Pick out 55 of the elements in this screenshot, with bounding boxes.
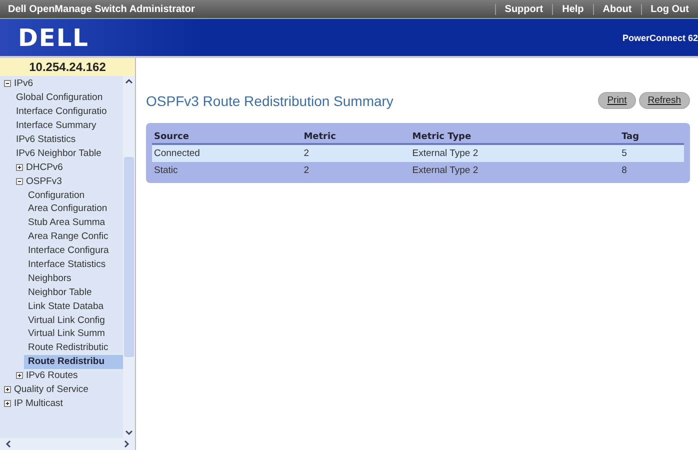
scroll-left-icon[interactable] (3, 439, 13, 449)
tree-item[interactable]: Interface Configura (24, 244, 123, 258)
tree-item[interactable]: Virtual Link Summ (24, 327, 123, 341)
expand-icon[interactable] (4, 400, 11, 407)
expand-icon[interactable] (16, 164, 23, 171)
table-cell: External Type 2 (410, 162, 620, 179)
device-address: 10.254.24.162 (0, 58, 135, 76)
tree-item[interactable]: Interface Summary (12, 118, 123, 133)
header-link[interactable]: About (592, 4, 641, 14)
tree-item[interactable]: Neighbors (24, 271, 123, 286)
tree-item[interactable]: IPv6 Neighbor Table (12, 146, 123, 160)
header-link[interactable]: Support (494, 4, 552, 14)
table-cell: 5 (620, 144, 684, 162)
scroll-up-icon[interactable] (124, 76, 134, 86)
tree-item[interactable]: Area Range Confic (24, 230, 123, 244)
expand-icon[interactable] (16, 372, 23, 380)
header-link[interactable]: Help (552, 4, 593, 14)
tree-item[interactable]: OSPFv3 (12, 174, 123, 188)
tree-item[interactable]: Quality of Service (0, 382, 123, 396)
header-link[interactable]: Log Out (640, 4, 698, 14)
tree-item[interactable]: IPv6 Routes (12, 368, 123, 383)
table-cell: Static (152, 162, 302, 179)
collapse-icon[interactable] (4, 80, 11, 88)
collapse-icon[interactable] (16, 178, 23, 185)
app-title: Dell OpenManage Switch Administrator (8, 4, 196, 14)
tree-item[interactable]: Neighbor Table (24, 285, 123, 300)
tree-item[interactable]: IPv6 (0, 77, 123, 91)
tree-item[interactable]: Link State Databa (24, 299, 123, 314)
page-title: OSPFv3 Route Redistribution Summary (146, 92, 394, 108)
tree-item[interactable]: Configuration (24, 188, 123, 202)
table-cell: 2 (302, 162, 410, 179)
table-cell: External Type 2 (410, 144, 620, 162)
expand-icon[interactable] (4, 386, 11, 394)
scroll-down-icon[interactable] (124, 428, 134, 438)
tree-item[interactable]: Route Redistribu (24, 354, 123, 369)
tree-item[interactable]: Virtual Link Config (24, 313, 123, 328)
tree-item[interactable]: Stub Area Summa (24, 216, 123, 230)
tree-item[interactable]: IP Multicast (0, 396, 123, 410)
table-cell: Connected (152, 144, 302, 162)
horizontal-scrollbar[interactable] (0, 438, 135, 450)
action-button[interactable]: Refresh (638, 92, 690, 109)
scroll-right-icon[interactable] (122, 439, 132, 449)
table-cell: 8 (620, 162, 684, 179)
tree-item[interactable]: DHCPv6 (12, 160, 123, 174)
vertical-scrollbar[interactable] (123, 76, 135, 438)
tree-item[interactable]: Area Configuration (24, 202, 123, 216)
table-cell: 2 (302, 144, 410, 162)
tree-item[interactable]: Interface Statistics (24, 258, 123, 272)
product-name: PowerConnect 62 (622, 32, 698, 42)
tree-item[interactable]: IPv6 Statistics (12, 132, 123, 146)
tree-item[interactable]: Global Configuration (12, 90, 123, 105)
brand-logo: DELL (18, 24, 89, 52)
tree-item[interactable]: Interface Configuratio (12, 104, 123, 119)
tree-item[interactable]: Route Redistributic (24, 340, 123, 355)
action-button[interactable]: Print (598, 92, 636, 109)
